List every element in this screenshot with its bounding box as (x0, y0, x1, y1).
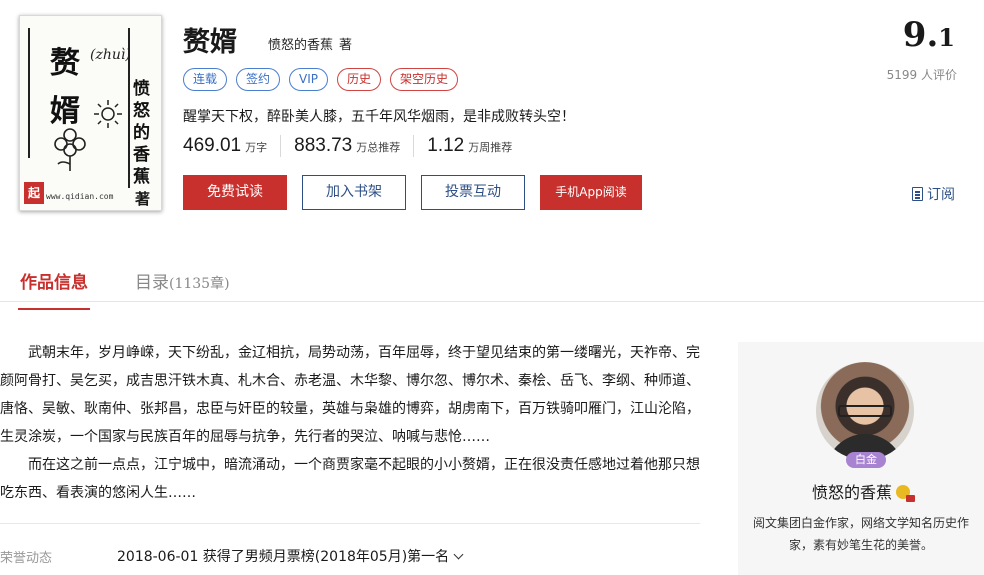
vote-button[interactable]: 投票互动 (421, 175, 525, 210)
tab-catalog-label: 目录 (135, 273, 169, 293)
author-link[interactable]: 愤怒的香蕉 (268, 38, 333, 53)
author-avatar[interactable] (816, 362, 914, 460)
tab-catalog-count: (1135章) (169, 276, 230, 292)
description-paragraph: 武朝末年，岁月峥嵘，天下纷乱，金辽相抗，局势动荡，百年屈辱，终于望见结束的第一缕… (0, 345, 700, 445)
add-to-shelf-button[interactable]: 加入书架 (302, 175, 406, 210)
rating-count[interactable]: 5199 人评价 (887, 66, 957, 83)
cover-pinyin: (zhuì) (90, 47, 131, 63)
cover-url: www.qidian.com (46, 192, 114, 201)
qidian-stamp: 起 (24, 182, 44, 204)
stat-unit: 万字 (245, 141, 268, 154)
tag-vip[interactable]: VIP (289, 68, 329, 91)
stat-unit: 万周推荐 (468, 141, 513, 154)
book-cover[interactable]: 赘 婿 (zhuì) 愤怒的香蕉 起 www.qidian.com 著 (19, 15, 162, 211)
free-read-button[interactable]: 免费试读 (183, 175, 287, 210)
honor-text: 2018-06-01 获得了男频月票榜(2018年05月)第一名 (117, 549, 450, 565)
score-integer: 9. (902, 15, 939, 55)
author-level-badge: 白金 (846, 452, 886, 468)
author-name[interactable]: 愤怒的香蕉 (738, 479, 984, 503)
tag-alt-history[interactable]: 架空历史 (390, 68, 459, 91)
medal-icon (896, 485, 915, 502)
cover-line (128, 28, 130, 188)
author-suffix: 著 (339, 38, 353, 53)
tab-bar: 作品信息 目录(1135章) (0, 258, 984, 310)
cover-title-char: 婿 (50, 94, 80, 129)
stat-number: 469.01 (183, 135, 242, 156)
book-description: 武朝末年，岁月峥嵘，天下纷乱，金辽相抗，局势动荡，百年屈辱，终于望见结束的第一缕… (0, 339, 700, 507)
stat-number: 883.73 (294, 135, 353, 156)
score-decimal: 1 (938, 23, 955, 52)
chevron-down-icon[interactable] (453, 549, 464, 559)
app-read-button[interactable]: 手机App阅读 (540, 175, 642, 210)
cover-line (28, 28, 30, 158)
honor-label: 荣誉动态 (0, 551, 53, 566)
book-title: 赘婿 (183, 27, 237, 58)
cover-author-suffix: 著 (135, 190, 151, 208)
tab-catalog[interactable]: 目录(1135章) (135, 268, 230, 293)
tag-serializing[interactable]: 连载 (183, 68, 228, 91)
honor-entry[interactable]: 2018-06-01 获得了男频月票榜(2018年05月)第一名 (117, 546, 464, 566)
subscribe-link[interactable]: 订阅 (912, 184, 955, 204)
cover-author: 愤怒的香蕉 (133, 79, 150, 187)
tag-signed[interactable]: 签约 (236, 68, 281, 91)
tab-book-info[interactable]: 作品信息 (18, 268, 90, 310)
rating-score: 9.1 (903, 15, 955, 55)
flower-drawing-icon (54, 128, 86, 171)
document-icon (912, 187, 923, 201)
book-stats: 469.01 万字 883.73 万总推荐 1.12 万周推荐 (183, 135, 538, 157)
stat-number: 1.12 (427, 135, 465, 156)
stat-weekly-recommend: 1.12 万周推荐 (427, 135, 525, 157)
tag-history[interactable]: 历史 (337, 68, 382, 91)
stat-total-recommend: 883.73 万总推荐 (294, 135, 415, 157)
subscribe-label: 订阅 (927, 187, 955, 203)
stat-word-count: 469.01 万字 (183, 135, 282, 157)
author-line: 愤怒的香蕉著 (268, 34, 352, 53)
sun-drawing-icon (94, 100, 122, 128)
cover-title-char: 赘 (50, 46, 80, 81)
description-paragraph: 而在这之前一点点，江宁城中，暗流涌动，一个商贾家毫不起眼的小小赘婿，正在很没责任… (0, 457, 700, 501)
divider (0, 523, 700, 524)
author-panel: 白金 愤怒的香蕉 阅文集团白金作家，网络文学知名历史作家，素有妙笔生花的美誉。 (738, 342, 984, 575)
stat-unit: 万总推荐 (356, 141, 401, 154)
tag-list: 连载 签约 VIP 历史 架空历史 (183, 68, 459, 91)
book-intro: 醒掌天下权，醉卧美人膝，五千年风华烟雨，是非成败转头空！ (183, 109, 575, 125)
author-name-text: 愤怒的香蕉 (811, 483, 892, 502)
author-description: 阅文集团白金作家，网络文学知名历史作家，素有妙笔生花的美誉。 (753, 516, 970, 552)
avatar-glasses (838, 405, 892, 417)
